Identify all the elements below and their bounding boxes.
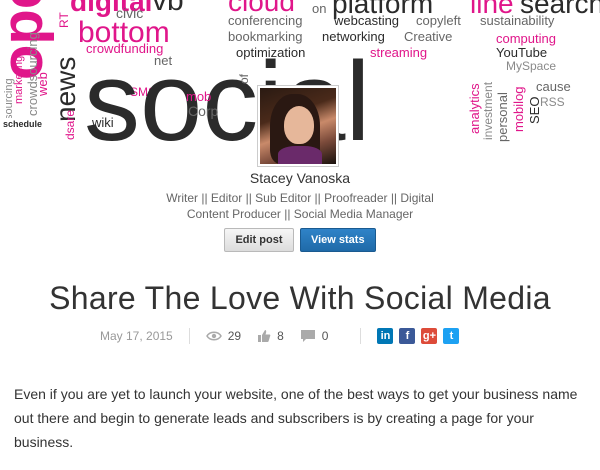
comments-stat[interactable]: 0 <box>300 329 329 343</box>
banner-word: web <box>35 72 50 96</box>
facebook-icon[interactable]: f <box>399 328 416 344</box>
banner-word: bookmarking <box>228 29 303 44</box>
author-actions: Edit post View stats <box>0 228 600 252</box>
share-buttons: in f g+ t <box>377 328 465 344</box>
banner-word: RSS <box>540 95 565 109</box>
banner-word: schedule <box>0 118 46 131</box>
banner-word: computing <box>496 31 556 46</box>
banner-word: personal <box>495 92 510 142</box>
author-avatar[interactable] <box>258 86 338 166</box>
banner-word: net <box>154 53 173 68</box>
post-date: May 17, 2015 <box>100 329 173 343</box>
meta-divider <box>188 328 190 344</box>
banner-word: webcasting <box>334 13 400 28</box>
view-stats-button[interactable]: View stats <box>299 228 376 252</box>
banner-word: RT <box>57 12 71 28</box>
banner-word: copyleft <box>416 13 461 28</box>
banner-word: Creative <box>404 29 453 44</box>
banner-word: mob <box>186 89 212 104</box>
banner-word: dsare <box>63 109 77 140</box>
banner-word: on <box>312 1 327 16</box>
linkedin-icon[interactable]: in <box>377 328 394 344</box>
banner-word: sustainability <box>480 13 555 28</box>
banner-word: networking <box>322 29 385 44</box>
banner-word: marketing <box>13 55 25 104</box>
banner-word: optimization <box>236 45 306 60</box>
author-bio: Writer || Editor || Sub Editor || Proofr… <box>166 191 434 221</box>
banner-word: cause <box>536 79 571 94</box>
edit-post-button[interactable]: Edit post <box>224 228 294 252</box>
banner-word: SEO <box>527 96 542 124</box>
views-stat: 29 <box>205 329 242 343</box>
banner-word: vb <box>152 0 184 17</box>
banner-word: investment <box>481 81 495 140</box>
banner-word: conferencing <box>228 13 303 28</box>
banner-word: YouTube <box>496 45 548 60</box>
meta-divider <box>360 328 362 344</box>
banner-word: mobilog <box>511 86 526 132</box>
thumbs-up-icon <box>258 330 271 342</box>
post-title: Share The Love With Social Media <box>49 280 551 316</box>
eye-icon <box>205 331 222 341</box>
post-meta: May 17, 2015 29 8 0 in f g+ t <box>100 328 465 344</box>
comment-icon <box>300 330 315 342</box>
likes-stat[interactable]: 8 <box>257 329 284 343</box>
twitter-icon[interactable]: t <box>443 328 460 344</box>
banner-word: Corp <box>188 103 219 119</box>
googleplus-icon[interactable]: g+ <box>421 328 438 344</box>
views-count: 29 <box>227 329 242 343</box>
banner-word: analytics <box>467 83 482 134</box>
banner-word: MySpace <box>506 59 557 73</box>
author-name[interactable]: Stacey Vanoska <box>0 170 600 186</box>
likes-count: 8 <box>277 329 284 343</box>
comments-count: 0 <box>321 329 329 343</box>
banner-word: of <box>237 73 251 84</box>
banner-word: streaming <box>370 45 428 60</box>
post-body: Even if you are yet to launch your websi… <box>14 386 578 450</box>
